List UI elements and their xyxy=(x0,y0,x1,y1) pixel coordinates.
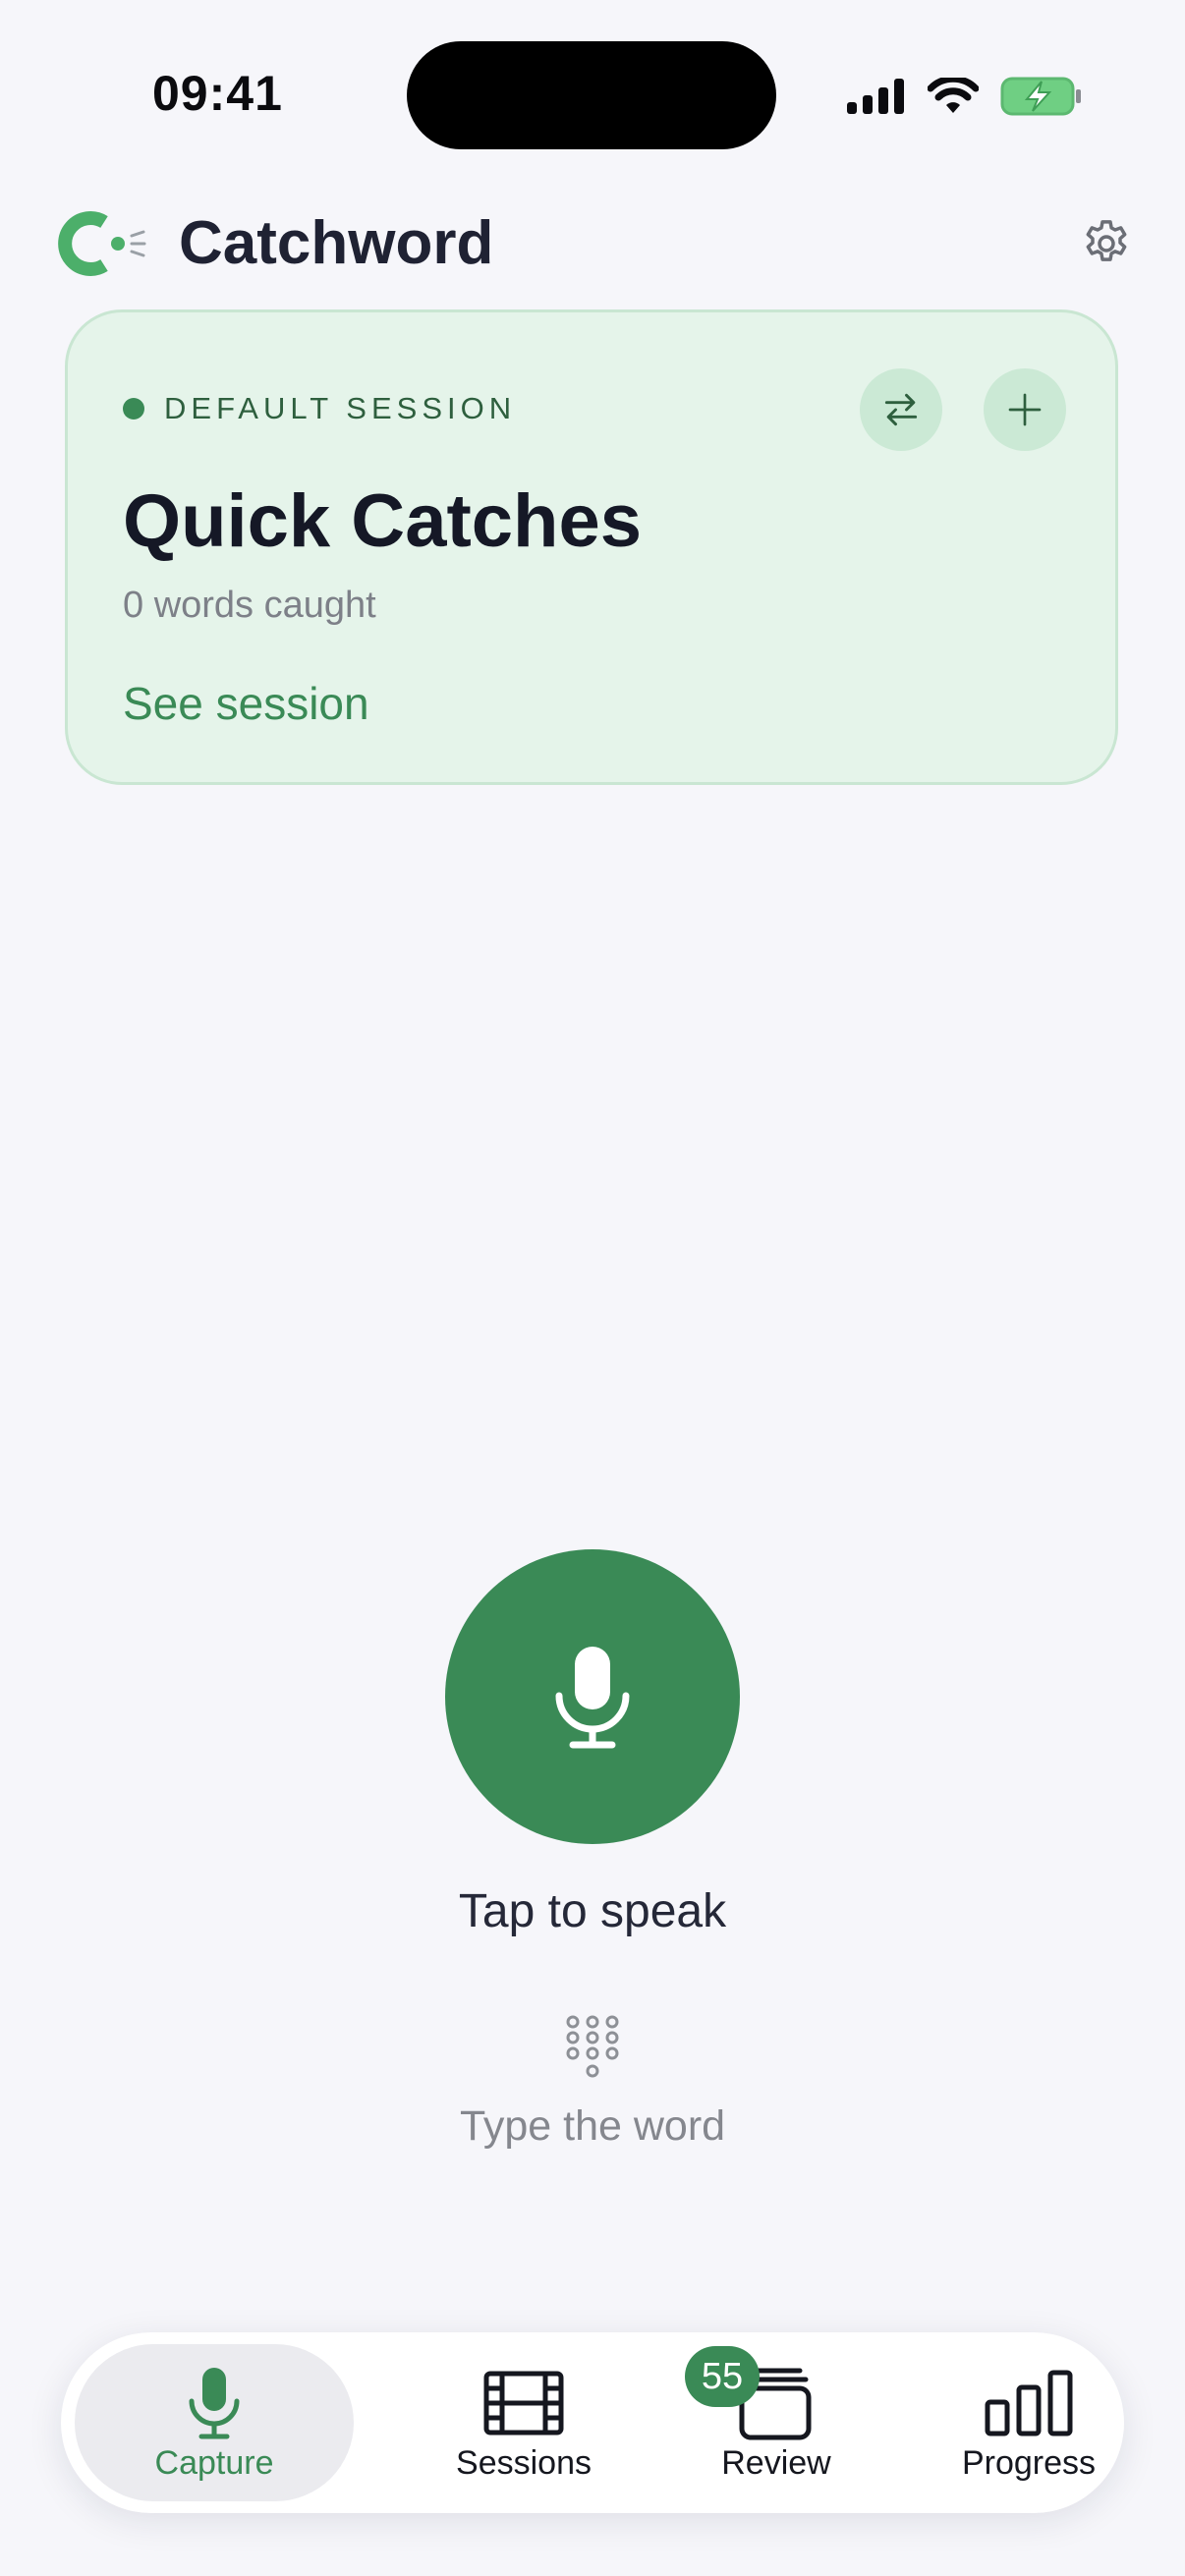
tab-label-progress: Progress xyxy=(961,2444,1097,2482)
dynamic-island xyxy=(407,41,776,149)
record-button[interactable] xyxy=(445,1549,740,1844)
see-session-link[interactable]: See session xyxy=(123,676,369,731)
tab-label-review: Review xyxy=(721,2444,831,2482)
tab-label-capture: Capture xyxy=(154,2444,274,2482)
active-session-dot xyxy=(123,398,144,420)
microphone-icon xyxy=(189,2368,240,2439)
settings-button[interactable] xyxy=(1079,216,1134,271)
keypad-icon xyxy=(566,2015,619,2078)
catchword-logo-icon xyxy=(58,211,146,276)
review-count-badge: 55 xyxy=(685,2346,760,2407)
status-icons xyxy=(847,71,1083,122)
type-word-label: Type the word xyxy=(459,2102,726,2150)
tab-label-sessions: Sessions xyxy=(456,2444,592,2482)
app-title: Catchword xyxy=(179,209,494,277)
battery-charging-icon xyxy=(1000,77,1081,116)
switch-session-button[interactable] xyxy=(860,368,942,451)
session-word-count: 0 words caught xyxy=(123,585,376,626)
session-card[interactable]: DEFAULT SESSION Quick Catches 0 words ca… xyxy=(65,309,1118,785)
app-screen: 09:41 Catchword DEFAULT SESSION Quick Ca… xyxy=(0,0,1185,2576)
microphone-icon xyxy=(555,1647,630,1749)
type-word-button[interactable]: Type the word xyxy=(0,2014,1185,2171)
tab-capture[interactable]: Capture xyxy=(75,2344,354,2501)
add-session-button[interactable] xyxy=(984,368,1066,451)
wifi-icon xyxy=(928,78,979,113)
tab-bar: Capture Sessions Review Progress xyxy=(61,2332,1124,2513)
gear-icon xyxy=(1086,220,1127,261)
status-time: 09:41 xyxy=(152,66,283,121)
session-eyebrow: DEFAULT SESSION xyxy=(123,391,516,426)
bar-chart-icon xyxy=(985,2370,1073,2436)
session-title: Quick Catches xyxy=(123,479,642,563)
session-eyebrow-label: DEFAULT SESSION xyxy=(164,391,517,425)
tap-to-speak-label: Tap to speak xyxy=(458,1885,727,1937)
tab-progress[interactable]: Progress xyxy=(896,2344,1161,2501)
swap-icon xyxy=(884,393,918,426)
tab-review[interactable]: Review xyxy=(644,2344,909,2501)
film-strip-icon xyxy=(483,2371,564,2436)
plus-icon xyxy=(1008,393,1042,426)
app-header: Catchword xyxy=(53,204,1134,283)
tab-sessions[interactable]: Sessions xyxy=(391,2344,656,2501)
cellular-signal-icon xyxy=(847,79,904,114)
